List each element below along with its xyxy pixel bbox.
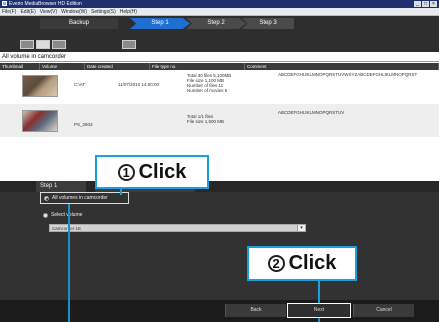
step-2: Step 2 [186, 18, 246, 29]
close-button[interactable]: × [430, 1, 437, 7]
next-button[interactable]: Next [287, 303, 351, 318]
cancel-button[interactable]: Cancel [353, 304, 414, 317]
file-detail: File size 1,500 MB [187, 119, 225, 124]
column-header[interactable]: Comment [245, 63, 439, 70]
backup-mode-label: Backup [40, 18, 118, 29]
callout-label: Click [138, 160, 187, 183]
date-created: 11/07/2010 14:00:00 [118, 82, 159, 87]
dropdown-value: Camcorder 1E [52, 226, 82, 231]
column-header[interactable]: Volume [40, 63, 85, 70]
callout-label: Click [288, 252, 337, 274]
column-header[interactable]: Thumbnail [0, 63, 40, 70]
column-header[interactable]: Date created [85, 63, 150, 70]
volume-dropdown[interactable]: Camcorder 1E ▾ [49, 224, 306, 232]
step-indicator: Backup Step 1 Step 2 Step 3 [0, 18, 439, 29]
callout-pointer [120, 189, 122, 195]
chevron-down-icon[interactable]: ▾ [297, 225, 305, 231]
volume-name: C:\AT [74, 82, 86, 87]
volume-name: PS_2603 [74, 122, 93, 127]
callout-pointer [318, 281, 320, 303]
back-button[interactable]: Back [225, 304, 286, 317]
menu-window[interactable]: Window(W) [61, 8, 87, 15]
grid-view-icon[interactable] [20, 40, 34, 49]
step-number: 1 [117, 163, 135, 181]
all-volumes-radio[interactable] [44, 196, 49, 201]
callout-click-2: 2 Click [247, 246, 357, 281]
menu-file[interactable]: File(F) [2, 8, 16, 15]
callout-pointer [68, 204, 70, 322]
minimize-button[interactable]: _ [414, 1, 421, 7]
select-volume-radio[interactable] [43, 213, 48, 218]
window-controls: _ □ × [414, 1, 437, 7]
step-number: 2 [267, 255, 285, 272]
video-thumbnail [22, 75, 58, 97]
tab-bar: Step 1 Volume Selection [0, 181, 439, 192]
all-volumes-label: All volumes in camcorder [52, 195, 108, 201]
section-title: All volume in camcorder [0, 53, 439, 62]
callout-click-1: 1 Click [95, 155, 209, 189]
volume-table: Thumbnail Volume Date created File type … [0, 63, 439, 181]
menu-bar: File(F) Edit(E) View(V) Window(W) Settin… [0, 8, 439, 16]
maximize-button[interactable]: □ [422, 1, 429, 7]
all-volumes-option[interactable]: All volumes in camcorder [40, 192, 129, 204]
list-view-icon[interactable] [36, 40, 50, 49]
title-bar: Everio MediaBrowser HD Edition _ □ × [0, 0, 439, 8]
column-header[interactable]: File type no. [150, 63, 245, 70]
detail-view-icon[interactable] [52, 40, 66, 49]
table-row[interactable]: C:\AT 11/07/2010 14:00:00 Total 30 files… [0, 70, 439, 103]
comment: ABCDEFGHIJKLMNOPQRSTUVWXYZABCDEFGHIJKLMN… [278, 72, 418, 77]
window-title: Everio MediaBrowser HD Edition [9, 1, 82, 7]
header: Backup Step 1 Step 2 Step 3 [0, 16, 439, 52]
select-volume-label: Select volume [51, 212, 83, 218]
video-thumbnail [22, 110, 58, 132]
table-row[interactable]: PS_2603 Total 1/1 files File size 1,500 … [0, 104, 439, 137]
menu-view[interactable]: View(V) [40, 8, 57, 15]
step-1: Step 1 [130, 18, 190, 29]
callout-pointer [318, 318, 320, 322]
menu-settings[interactable]: Settings(S) [91, 8, 116, 15]
table-header: Thumbnail Volume Date created File type … [0, 63, 439, 70]
tab-step-1[interactable]: Step 1 [36, 181, 86, 192]
menu-edit[interactable]: Edit(E) [20, 8, 35, 15]
step-3: Step 3 [242, 18, 294, 29]
folder-icon[interactable] [122, 40, 136, 49]
app-icon [2, 1, 7, 6]
comment: ABCDEFGHIJKLMNOPQRSTUV [278, 110, 345, 115]
menu-help[interactable]: Help(H) [120, 8, 137, 15]
file-detail: Number of movies 5 [187, 88, 228, 93]
view-toggle [20, 40, 66, 49]
